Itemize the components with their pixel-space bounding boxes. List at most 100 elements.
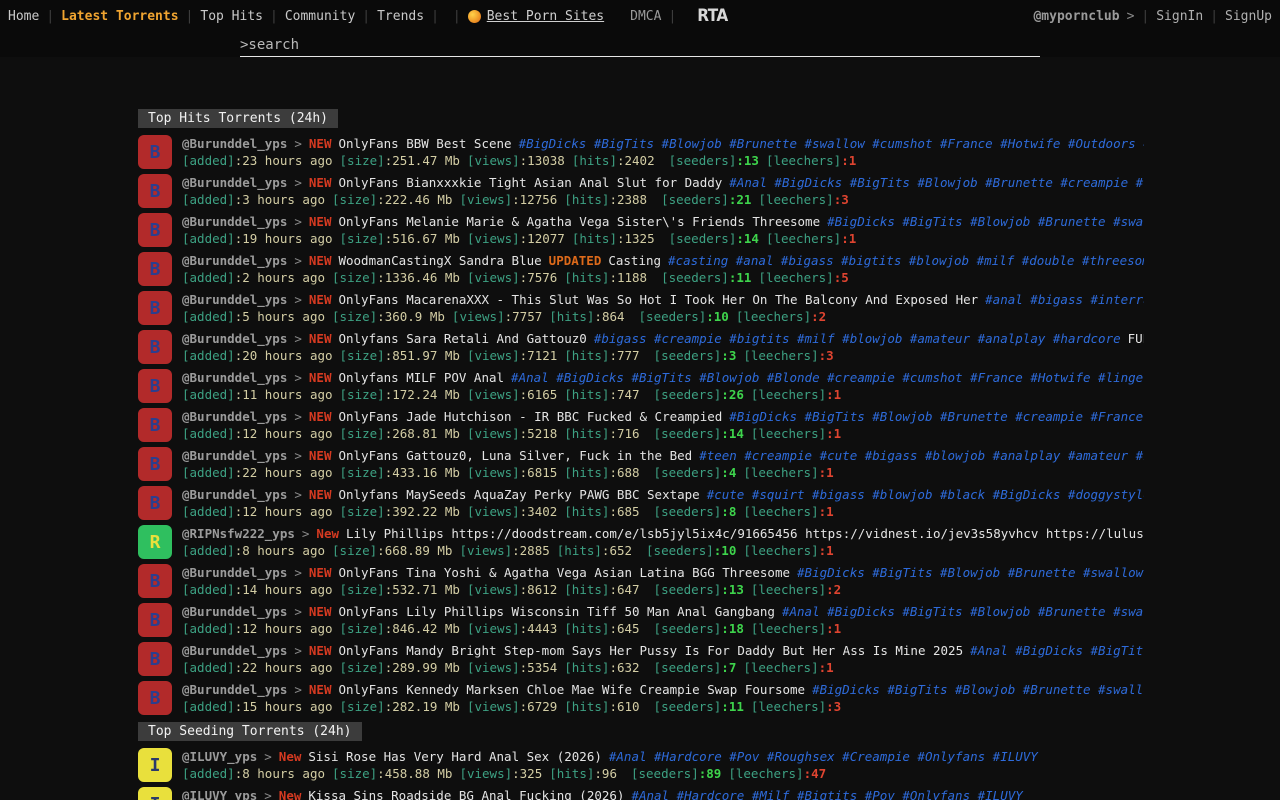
torrent-row[interactable]: I @ILUVY_yps>NewKissa Sins Roadside BG A… — [138, 785, 1144, 800]
nav-community[interactable]: Community — [285, 9, 355, 24]
torrent-title[interactable]: OnlyFans Lily Phillips Wisconsin Tiff 50… — [338, 604, 775, 619]
torrent-row[interactable]: B @Burunddel_yps>NEWOnlyFans Mandy Brigh… — [138, 640, 1144, 679]
tag-links[interactable]: #teen #creampie #cute #bigass #blowjob #… — [699, 448, 1144, 463]
torrent-title[interactable]: OnlyFans Jade Hutchison - IR BBC Fucked … — [338, 409, 722, 424]
uploader-avatar[interactable]: B — [138, 408, 172, 442]
uploader-avatar[interactable]: B — [138, 174, 172, 208]
tag-links[interactable]: #anal #bigass #interrac… — [985, 292, 1144, 307]
torrent-row[interactable]: B @Burunddel_yps>NEWOnlyFans MacarenaXXX… — [138, 289, 1144, 328]
uploader-name[interactable]: @Burunddel_yps — [182, 487, 287, 502]
search-input[interactable] — [240, 34, 1040, 57]
torrent-title[interactable]: Onlyfans MaySeeds AquaZay Perky PAWG BBC… — [338, 487, 699, 502]
torrent-title[interactable]: OnlyFans Gattouz0, Luna Silver, Fuck in … — [338, 448, 692, 463]
torrent-title[interactable]: OnlyFans Kennedy Marksen Chloe Mae Wife … — [338, 682, 805, 697]
uploader-avatar[interactable]: B — [138, 681, 172, 715]
sign-in-link[interactable]: SignIn — [1156, 9, 1203, 24]
uploader-name[interactable]: @Burunddel_yps — [182, 643, 287, 658]
added-label: [added] — [182, 465, 235, 480]
torrent-title[interactable]: Lily Phillips https://doodstream.com/e/l… — [346, 526, 1144, 541]
tag-links[interactable]: #BigDicks #BigTits #Blowjob #Brunette #s… — [797, 565, 1144, 580]
uploader-name[interactable]: @RIPNsfw222_yps — [182, 526, 295, 541]
uploader-name[interactable]: @Burunddel_yps — [182, 331, 287, 346]
uploader-avatar[interactable]: B — [138, 486, 172, 520]
tag-links[interactable]: #Anal #Hardcore #Milf #Bigtits #Pov #Onl… — [631, 788, 1022, 800]
uploader-avatar[interactable]: B — [138, 330, 172, 364]
tag-links[interactable]: #casting #anal #bigass #bigtits #blowjob… — [668, 253, 1144, 268]
uploader-name[interactable]: @ILUVY_yps — [182, 788, 257, 800]
uploader-avatar[interactable]: B — [138, 603, 172, 637]
uploader-name[interactable]: @Burunddel_yps — [182, 292, 287, 307]
uploader-name[interactable]: @Burunddel_yps — [182, 253, 287, 268]
nav-trends[interactable]: Trends — [377, 9, 424, 24]
torrent-row[interactable]: B @Burunddel_yps>NEWOnlyFans Kennedy Mar… — [138, 679, 1144, 718]
tag-links[interactable]: #BigDicks #BigTits #Blowjob #Brunette #s… — [827, 214, 1144, 229]
tag-links[interactable]: #BigDicks #BigTits #Blowjob #Brunette #c… — [729, 409, 1144, 424]
torrent-row[interactable]: B @Burunddel_yps>NEWOnlyFans Lily Philli… — [138, 601, 1144, 640]
torrent-stats-line: [added]12 hours ago[size]392.22 Mb[views… — [182, 503, 1144, 520]
torrent-row[interactable]: B @Burunddel_yps>NEWOnlyFans Gattouz0, L… — [138, 445, 1144, 484]
uploader-avatar[interactable]: B — [138, 369, 172, 403]
tag-links[interactable]: #bigass #creampie #bigtits #milf #blowjo… — [594, 331, 1121, 346]
torrent-title[interactable]: Onlyfans Sara Retali And Gattouz0 — [338, 331, 586, 346]
nav-home[interactable]: Home — [8, 9, 39, 24]
tag-links[interactable]: #cute #squirt #bigass #blowjob #black #B… — [707, 487, 1144, 502]
torrent-row[interactable]: B @Burunddel_yps>NEWOnlyfans MaySeeds Aq… — [138, 484, 1144, 523]
uploader-name[interactable]: @Burunddel_yps — [182, 565, 287, 580]
uploader-name[interactable]: @Burunddel_yps — [182, 370, 287, 385]
uploader-avatar[interactable]: B — [138, 564, 172, 598]
torrent-row[interactable]: B @Burunddel_yps>NEWOnlyFans Bianxxxkie … — [138, 172, 1144, 211]
torrent-row[interactable]: I @ILUVY_yps>NewSisi Rose Has Very Hard … — [138, 746, 1144, 785]
sign-up-link[interactable]: SignUp — [1225, 9, 1272, 24]
torrent-row[interactable]: B @Burunddel_yps>NEWOnlyFans Tina Yoshi … — [138, 562, 1144, 601]
torrent-title[interactable]: OnlyFans Melanie Marie & Agatha Vega Sis… — [338, 214, 820, 229]
torrent-title[interactable]: Sisi Rose Has Very Hard Anal Sex (2026) — [308, 749, 602, 764]
uploader-avatar[interactable]: B — [138, 252, 172, 286]
torrent-row[interactable]: B @Burunddel_yps>NEWOnlyfans Sara Retali… — [138, 328, 1144, 367]
nav-top-hits[interactable]: Top Hits — [200, 9, 263, 24]
uploader-name[interactable]: @ILUVY_yps — [182, 749, 257, 764]
uploader-avatar[interactable]: B — [138, 447, 172, 481]
tag-links[interactable]: #BigDicks #BigTits #Blowjob #Brunette #s… — [812, 682, 1144, 697]
uploader-avatar[interactable]: I — [138, 748, 172, 782]
nav-latest-torrents[interactable]: Latest Torrents — [61, 9, 178, 24]
torrent-title[interactable]: WoodmanCastingX Sandra Blue — [338, 253, 541, 268]
torrent-title[interactable]: OnlyFans MacarenaXXX - This Slut Was So … — [338, 292, 978, 307]
torrent-row[interactable]: R @RIPNsfw222_yps>NewLily Phillips https… — [138, 523, 1144, 562]
uploader-avatar[interactable]: I — [138, 787, 172, 800]
uploader-name[interactable]: @Burunddel_yps — [182, 175, 287, 190]
tag-links[interactable]: #Anal #BigDicks #BigTits #Blowjob #Blond… — [511, 370, 1144, 385]
torrent-title[interactable]: OnlyFans Bianxxxkie Tight Asian Anal Slu… — [338, 175, 722, 190]
torrent-title-cont[interactable]: Casting — [608, 253, 661, 268]
leechers-value: 1 — [826, 387, 841, 402]
torrent-title[interactable]: OnlyFans Mandy Bright Step-mom Says Her … — [338, 643, 963, 658]
uploader-name[interactable]: @Burunddel_yps — [182, 448, 287, 463]
uploader-avatar[interactable]: B — [138, 213, 172, 247]
torrent-row[interactable]: B @Burunddel_yps>NEWOnlyfans MILF POV An… — [138, 367, 1144, 406]
torrent-title[interactable]: OnlyFans BBW Best Scene — [338, 136, 511, 151]
uploader-avatar[interactable]: B — [138, 291, 172, 325]
uploader-avatar[interactable]: B — [138, 642, 172, 676]
tag-links[interactable]: #BigDicks #BigTits #Blowjob #Brunette #s… — [519, 136, 1144, 151]
torrent-title[interactable]: Kissa Sins Roadside BG Anal Fucking (202… — [308, 788, 624, 800]
uploader-name[interactable]: @Burunddel_yps — [182, 682, 287, 697]
added-value: 19 hours ago — [235, 231, 333, 246]
uploader-avatar[interactable]: R — [138, 525, 172, 559]
tag-links[interactable]: #Anal #BigDicks #BigTits … — [970, 643, 1144, 658]
torrent-row[interactable]: B @Burunddel_yps>NEWOnlyFans Melanie Mar… — [138, 211, 1144, 250]
torrent-row[interactable]: B @Burunddel_yps>NEWOnlyFans BBW Best Sc… — [138, 133, 1144, 172]
tag-links[interactable]: #Anal #BigDicks #BigTits #Blowjob #Brune… — [729, 175, 1144, 190]
uploader-name[interactable]: @Burunddel_yps — [182, 604, 287, 619]
torrent-row[interactable]: B @Burunddel_yps>NEWWoodmanCastingX Sand… — [138, 250, 1144, 289]
torrent-title[interactable]: OnlyFans Tina Yoshi & Agatha Vega Asian … — [338, 565, 790, 580]
nav-dmca[interactable]: DMCA — [630, 9, 661, 24]
uploader-name[interactable]: @Burunddel_yps — [182, 409, 287, 424]
tag-links[interactable]: #Anal #Hardcore #Pov #Roughsex #Creampie… — [609, 749, 1038, 764]
torrent-row[interactable]: B @Burunddel_yps>NEWOnlyFans Jade Hutchi… — [138, 406, 1144, 445]
current-user-label[interactable]: @mypornclub — [1033, 9, 1119, 24]
nav-best-porn-sites[interactable]: Best Porn Sites — [468, 9, 604, 24]
tag-links[interactable]: #Anal #BigDicks #BigTits #Blowjob #Brune… — [782, 604, 1144, 619]
uploader-name[interactable]: @Burunddel_yps — [182, 214, 287, 229]
torrent-title[interactable]: Onlyfans MILF POV Anal — [338, 370, 504, 385]
uploader-avatar[interactable]: B — [138, 135, 172, 169]
uploader-name[interactable]: @Burunddel_yps — [182, 136, 287, 151]
